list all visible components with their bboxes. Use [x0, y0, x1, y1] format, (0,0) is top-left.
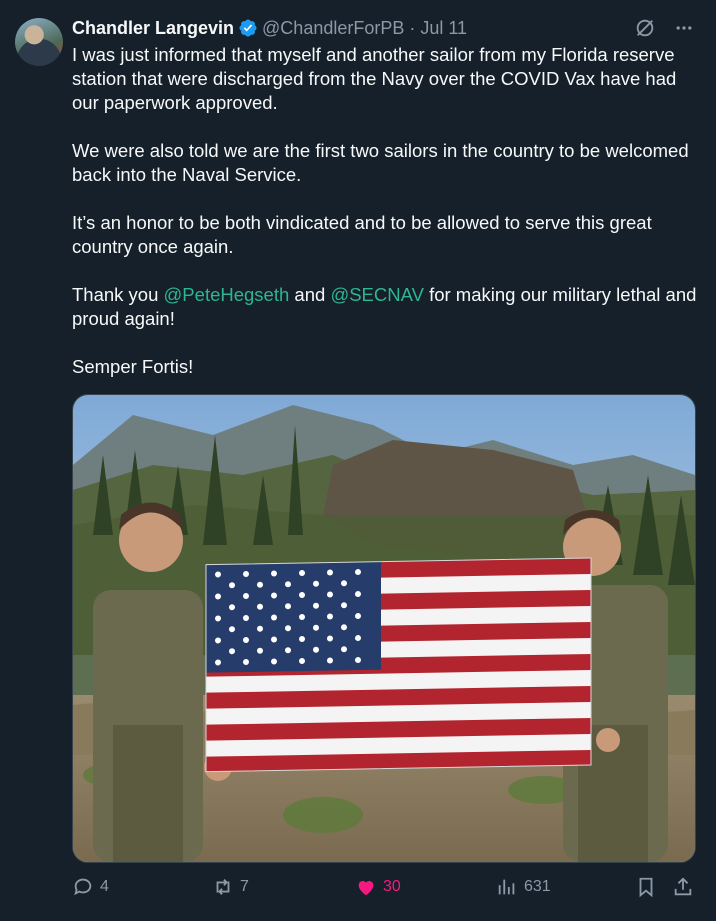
tweet-text: I was just informed that myself and anot…: [72, 43, 702, 403]
bookmark-button[interactable]: [635, 876, 657, 898]
tweet-header: Chandler Langevin @ChandlerForPB · Jul 1…: [72, 17, 467, 39]
author-handle[interactable]: @ChandlerForPB: [262, 18, 404, 39]
bookmark-icon: [639, 877, 653, 898]
action-bar: 4 7 30 631: [72, 876, 698, 900]
reply-count: 4: [100, 878, 109, 895]
paragraph-1: I was just informed that myself and anot…: [72, 44, 677, 113]
retweet-count: 7: [240, 878, 249, 895]
more-icon[interactable]: [674, 18, 694, 38]
avatar[interactable]: [15, 18, 63, 66]
american-flag: [205, 557, 592, 773]
views-icon: [498, 879, 515, 895]
reply-button[interactable]: 4: [72, 876, 109, 898]
verified-badge-icon: [239, 19, 257, 37]
and-text: and: [294, 284, 326, 305]
paragraph-4: Thank you @PeteHegseth and @SECNAV for m…: [72, 283, 702, 331]
retweet-icon: [216, 879, 230, 895]
paragraph-5: Semper Fortis!: [72, 356, 194, 377]
tweet-photo[interactable]: [72, 394, 696, 863]
views-button[interactable]: 631: [496, 876, 551, 898]
thanks-text: Thank you: [72, 284, 159, 305]
top-actions: [634, 17, 694, 39]
retweet-button[interactable]: 7: [212, 876, 249, 898]
like-count: 30: [383, 878, 401, 895]
paragraph-2: We were also told we are the first two s…: [72, 140, 689, 185]
author-name[interactable]: Chandler Langevin: [72, 18, 234, 39]
mention-secnav[interactable]: @SECNAV: [330, 284, 424, 305]
reply-icon: [74, 878, 92, 896]
share-icon: [674, 877, 692, 896]
views-count: 631: [524, 878, 551, 895]
photo-flag-sailors: [73, 395, 695, 862]
grok-icon[interactable]: [634, 17, 656, 39]
share-button[interactable]: [672, 876, 694, 898]
heart-icon: [358, 881, 374, 896]
like-button[interactable]: 30: [355, 876, 401, 898]
paragraph-3: It’s an honor to be both vindicated and …: [72, 212, 652, 257]
mention-petehegseth[interactable]: @PeteHegseth: [164, 284, 290, 305]
tweet-date[interactable]: Jul 11: [420, 18, 467, 39]
tweet: Chandler Langevin @ChandlerForPB · Jul 1…: [0, 0, 716, 921]
separator-dot: ·: [409, 17, 416, 38]
